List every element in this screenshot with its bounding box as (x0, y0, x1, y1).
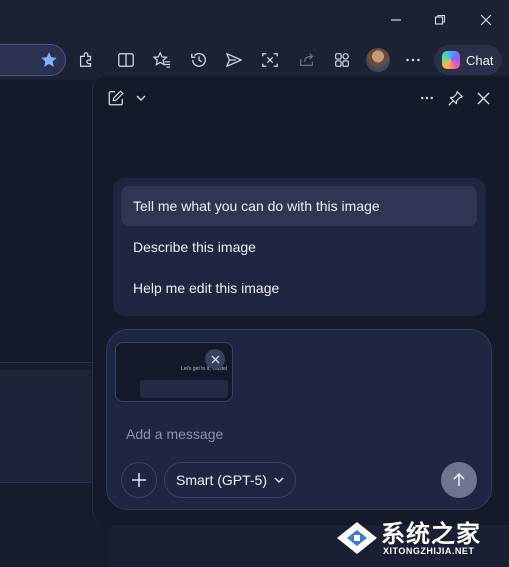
close-icon (480, 14, 492, 26)
favorites-button[interactable] (150, 48, 174, 72)
close-icon (476, 91, 490, 105)
pin-panel-button[interactable] (444, 87, 466, 109)
screenshot-icon (262, 53, 278, 67)
new-chat-button[interactable] (105, 87, 127, 109)
panel-more-button[interactable] (416, 87, 438, 109)
share-icon (300, 53, 314, 67)
add-attachment-button[interactable] (121, 462, 157, 498)
close-icon (210, 354, 220, 364)
favorites-icon (153, 51, 171, 68)
model-label: Smart (GPT-5) (176, 472, 268, 488)
split-screen-button[interactable] (114, 48, 138, 72)
screenshot-button[interactable] (258, 48, 282, 72)
more-button[interactable] (401, 48, 425, 72)
close-panel-button[interactable] (472, 87, 494, 109)
chevron-down-icon (274, 477, 284, 483)
send-message-button[interactable] (441, 462, 477, 498)
watermark-url-text: XITONGZHIJIA.NET (383, 546, 475, 556)
watermark-chinese-text: 系统之家 (381, 521, 481, 548)
plus-icon (132, 473, 146, 487)
send-icon (226, 53, 242, 67)
favorite-star-icon (41, 52, 57, 67)
restore-button[interactable] (426, 8, 454, 32)
remove-attachment-button[interactable] (205, 349, 225, 369)
chat-label: Chat (466, 52, 494, 68)
workspaces-button[interactable] (330, 48, 354, 72)
suggestion-item[interactable]: Help me edit this image (121, 268, 477, 308)
more-icon (406, 58, 420, 62)
split-screen-icon (118, 53, 134, 67)
minimize-icon (391, 19, 401, 21)
workspaces-icon (335, 53, 349, 67)
watermark-logo-icon (337, 522, 377, 554)
history-button[interactable] (187, 48, 211, 72)
history-dropdown-button[interactable] (130, 87, 152, 109)
chevron-down-icon (136, 95, 146, 101)
favorite-star-button[interactable] (37, 48, 61, 72)
minimize-button[interactable] (382, 8, 410, 32)
restore-icon (434, 14, 446, 25)
copilot-icon (442, 51, 460, 69)
more-icon (421, 96, 433, 100)
watermark: 系统之家 XITONGZHIJIA.NET (335, 512, 505, 562)
share-button[interactable] (295, 48, 319, 72)
compose-icon (108, 90, 124, 106)
arrow-up-icon (453, 472, 465, 486)
pin-icon (447, 90, 463, 106)
extensions-icon (79, 52, 92, 67)
model-selector[interactable]: Smart (GPT-5) (164, 462, 296, 498)
send-button[interactable] (222, 48, 246, 72)
history-icon (191, 53, 206, 67)
suggestion-item[interactable]: Tell me what you can do with this image (121, 186, 477, 226)
extensions-button[interactable] (74, 48, 98, 72)
window-close-button[interactable] (472, 8, 500, 32)
copilot-chat-button[interactable]: Chat (434, 45, 502, 75)
profile-avatar[interactable] (366, 48, 390, 72)
suggestion-item[interactable]: Describe this image (121, 227, 477, 267)
thumbnail-input-preview (140, 380, 228, 398)
message-input[interactable] (126, 424, 426, 444)
